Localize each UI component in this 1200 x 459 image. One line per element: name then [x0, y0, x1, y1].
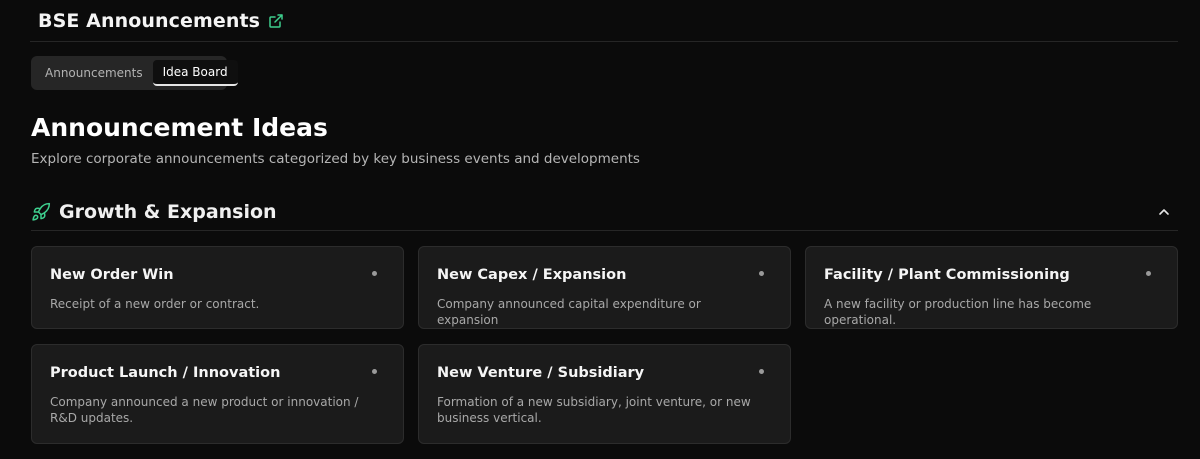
card-description: Formation of a new subsidiary, joint ven… — [437, 395, 751, 425]
section-header-growth[interactable]: Growth & Expansion — [31, 193, 1178, 231]
page-title: Announcement Ideas — [31, 113, 328, 142]
card-title: New Venture / Subsidiary — [437, 365, 645, 381]
rocket-icon — [31, 202, 51, 222]
card-title: New Capex / Expansion — [437, 267, 627, 283]
page-subtitle: Explore corporate announcements categori… — [31, 151, 640, 167]
section-title: Growth & Expansion — [59, 200, 277, 223]
idea-card-product-launch[interactable]: Product Launch / Innovation Company anno… — [31, 344, 404, 444]
card-status-dot — [372, 271, 377, 276]
card-status-dot — [759, 271, 764, 276]
card-status-dot — [1146, 271, 1151, 276]
tab-announcements[interactable]: Announcements — [35, 60, 153, 86]
idea-card-new-capex[interactable]: New Capex / Expansion Company announced … — [418, 246, 791, 329]
view-tabs: Announcements Idea Board — [31, 56, 238, 90]
card-description: Company announced capital expenditure or… — [437, 297, 701, 327]
card-description: Company announced a new product or innov… — [50, 395, 359, 425]
card-status-dot — [372, 369, 377, 374]
tab-idea-board[interactable]: Idea Board — [152, 60, 238, 86]
app-title: BSE Announcements — [38, 9, 261, 32]
idea-card-new-venture[interactable]: New Venture / Subsidiary Formation of a … — [418, 344, 791, 444]
card-status-dot — [759, 369, 764, 374]
idea-card-new-order-win[interactable]: New Order Win Receipt of a new order or … — [31, 246, 404, 329]
card-title: Product Launch / Innovation — [50, 365, 281, 381]
external-link-icon[interactable] — [268, 13, 284, 29]
card-description: A new facility or production line has be… — [824, 297, 1092, 327]
card-title: New Order Win — [50, 267, 174, 283]
card-description: Receipt of a new order or contract. — [50, 297, 260, 311]
idea-card-facility-commissioning[interactable]: Facility / Plant Commissioning A new fac… — [805, 246, 1178, 329]
chevron-up-icon[interactable] — [1154, 202, 1174, 222]
card-title: Facility / Plant Commissioning — [824, 267, 1070, 283]
top-bar: BSE Announcements — [30, 0, 1178, 42]
